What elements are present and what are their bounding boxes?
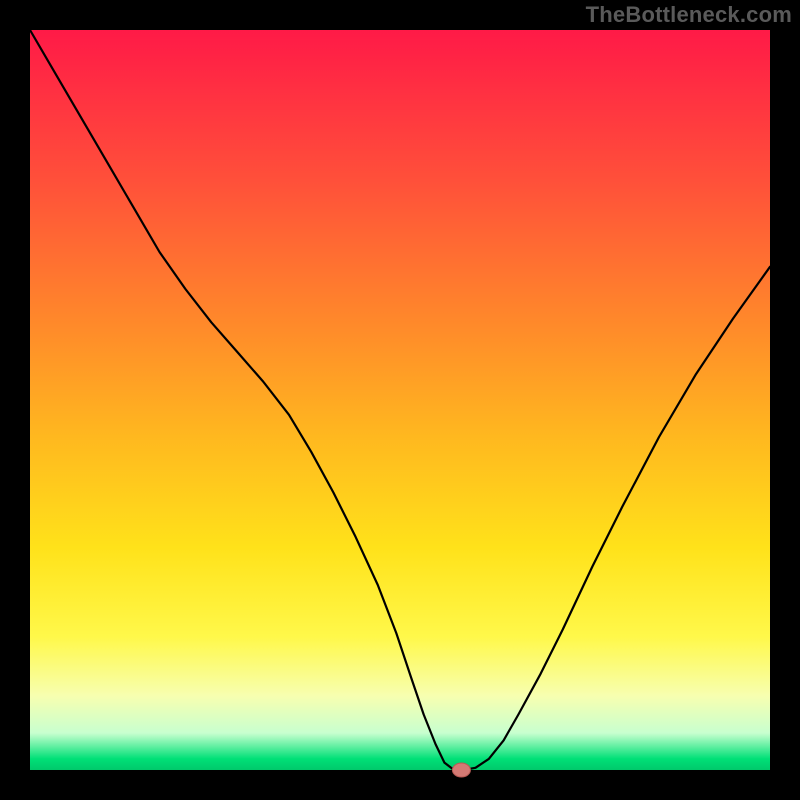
chart-svg (0, 0, 800, 800)
plot-background (30, 30, 770, 770)
watermark-text: TheBottleneck.com (586, 2, 792, 28)
optimal-marker (452, 763, 470, 777)
bottleneck-chart: TheBottleneck.com (0, 0, 800, 800)
